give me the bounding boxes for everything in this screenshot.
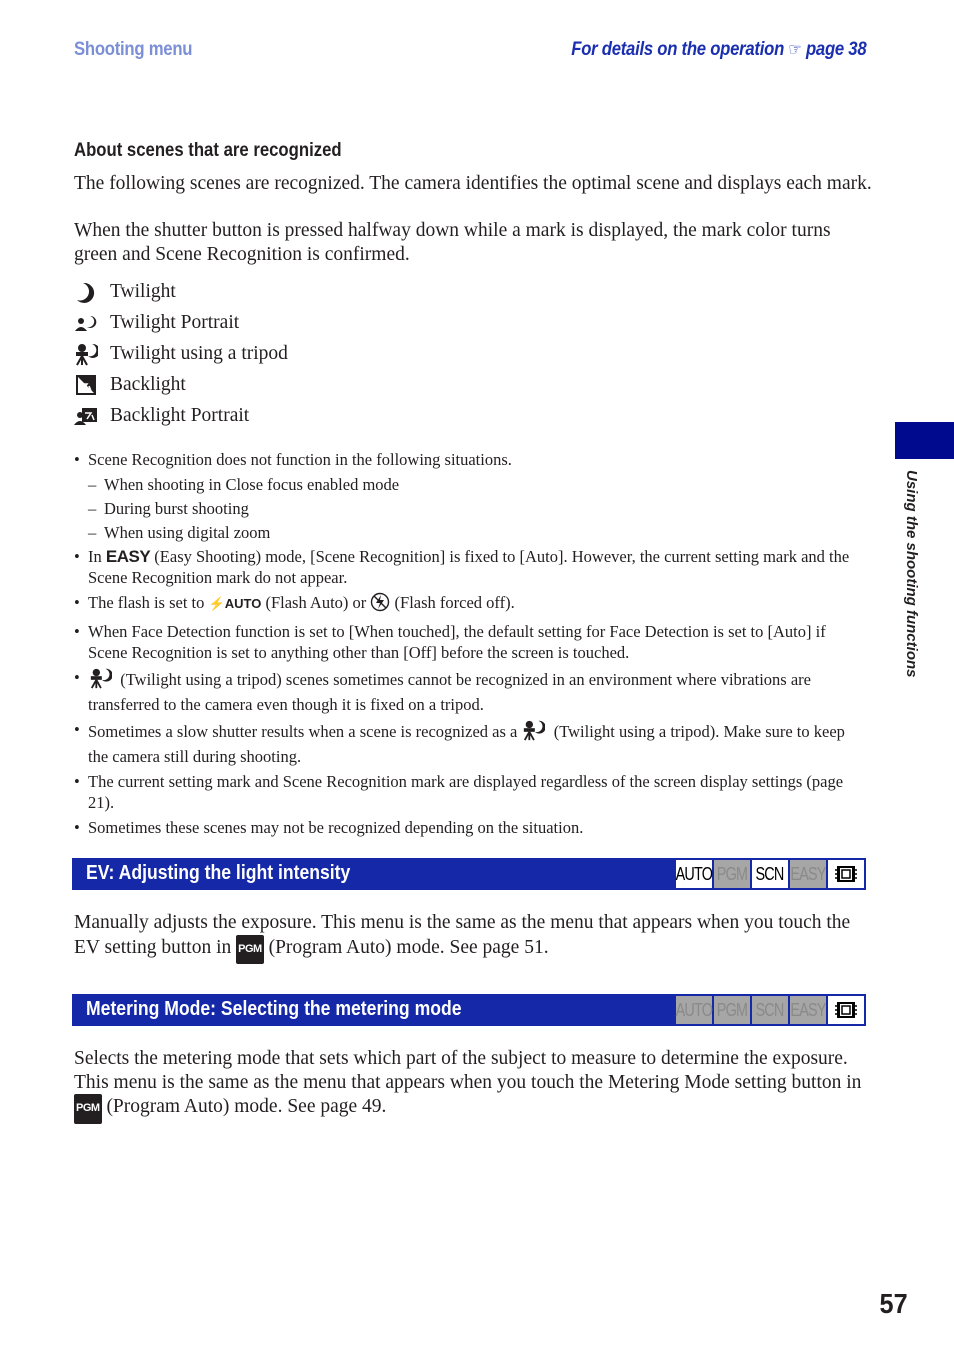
backlight-icon (74, 373, 98, 397)
twilight-portrait-icon (74, 311, 98, 335)
easy-mode-icon: EASY (105, 547, 151, 566)
mode-easy: EASY (790, 996, 826, 1024)
twilight-tripod-icon (74, 342, 98, 366)
page-number: 57 (879, 1288, 908, 1319)
note-item: • The current setting mark and Scene Reco… (74, 772, 844, 812)
scene-label: Twilight (110, 280, 176, 302)
mode-pgm: PGM (714, 860, 750, 888)
scene-item: Backlight Portrait (74, 400, 288, 431)
scene-label: Backlight (110, 373, 186, 395)
note-item: • (Twilight using a tripod) scenes somet… (74, 667, 811, 714)
scene-item: Backlight (74, 369, 288, 400)
pointing-hand-icon: ☞ (788, 40, 802, 59)
note-item: • Sometimes a slow shutter results when a… (74, 719, 845, 766)
mode-pgm: PGM (714, 996, 750, 1024)
pgm-mode-icon: PGM (74, 1094, 102, 1124)
metering-section-title: Metering Mode: Selecting the metering mo… (86, 998, 462, 1020)
note-item: • In EASY (Easy Shooting) mode, [Scene Re… (74, 547, 850, 587)
about-paragraph-1: The following scenes are recognized. The… (74, 173, 872, 194)
mode-easy: EASY (790, 860, 826, 888)
metering-body: Selects the metering mode that sets whic… (74, 1047, 874, 1124)
twilight-tripod-icon (88, 667, 113, 694)
ev-body: Manually adjusts the exposure. This menu… (74, 911, 874, 964)
pgm-mode-icon: PGM (236, 934, 264, 964)
note-item: • When Face Detection function is set to … (74, 622, 826, 662)
section-heading: About scenes that are recognized (74, 140, 342, 161)
sub-note-item: – When shooting in Close focus enabled mo… (88, 475, 400, 494)
about-paragraph-2: When the shutter button is pressed halfw… (74, 220, 831, 265)
scene-item: Twilight (74, 276, 288, 307)
scene-label: Backlight Portrait (110, 404, 250, 426)
scene-item: Twilight using a tripod (74, 338, 288, 369)
movie-mode-icon (828, 996, 864, 1024)
scene-list: Twilight Twilight Portrait Twilight usin… (74, 276, 288, 431)
mode-scn: SCN (752, 996, 788, 1024)
scene-item: Twilight Portrait (74, 307, 288, 338)
twilight-tripod-icon (521, 719, 547, 746)
sub-note-item: – During burst shooting (88, 499, 249, 518)
chapter-tab-label: Using the shooting functions (903, 470, 920, 678)
mode-auto: AUTO (676, 860, 713, 888)
metering-mode-indicators: AUTO PGM SCN EASY (676, 996, 864, 1024)
details-text: For details on the operation (570, 39, 784, 60)
note-item: • Scene Recognition does not function in … (74, 450, 512, 469)
flash-off-icon (370, 592, 390, 617)
notes-list: • Scene Recognition does not function in … (74, 449, 864, 842)
details-page-link[interactable]: page 38 (806, 39, 867, 60)
scene-label: Twilight Portrait (110, 311, 240, 333)
movie-mode-icon (828, 860, 864, 888)
metering-section-bar: Metering Mode: Selecting the metering mo… (72, 994, 866, 1026)
twilight-icon (74, 280, 98, 304)
ev-section-title: EV: Adjusting the light intensity (86, 862, 351, 884)
ev-section-bar: EV: Adjusting the light intensity AUTO P… (72, 858, 866, 890)
ev-mode-indicators: AUTO PGM SCN EASY (676, 860, 864, 888)
note-item: • Sometimes these scenes may not be recog… (74, 818, 584, 837)
backlight-portrait-icon (74, 404, 98, 428)
mode-auto: AUTO (676, 996, 713, 1024)
sub-note-item: – When using digital zoom (88, 523, 271, 542)
running-header-section: Shooting menu (74, 39, 193, 60)
flash-auto-icon: ⚡AUTO (208, 596, 262, 611)
scene-label: Twilight using a tripod (110, 342, 288, 364)
mode-scn: SCN (752, 860, 788, 888)
note-item: • The flash is set to ⚡AUTO (Flash Auto) … (74, 592, 864, 617)
chapter-tab-marker (895, 422, 954, 459)
running-header-details: For details on the operation ☞ page 38 (571, 39, 866, 61)
